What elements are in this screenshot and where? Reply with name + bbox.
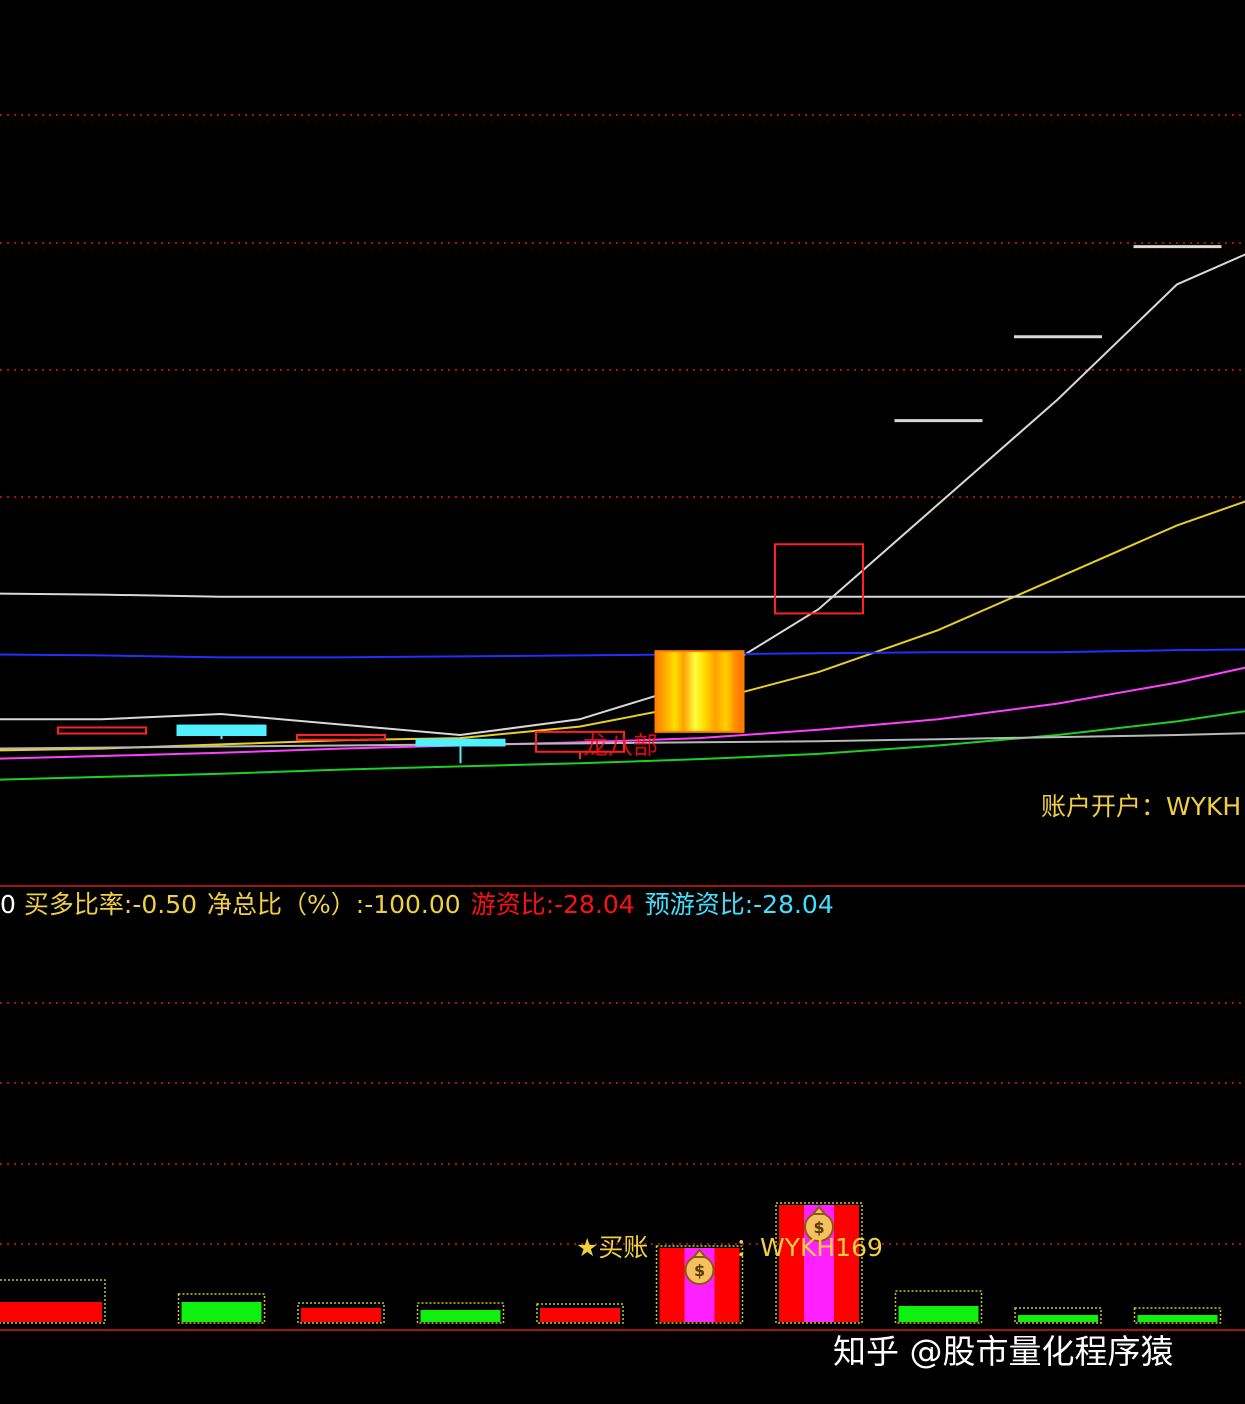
volume-bar[interactable] (420, 1310, 501, 1322)
net-total-ratio-readout: 净总比（%）:-100.00 (207, 890, 461, 919)
money-bag-symbol: $ (694, 1261, 705, 1280)
buy-account-label-suffix: ：WYKH169 (735, 1233, 883, 1262)
dragon-marker-label: 龙八部 (583, 731, 659, 760)
watermark-text: 知乎 @股市量化程序猿 (833, 1332, 1174, 1371)
moving-average-lines (0, 253, 1245, 781)
volume-bar[interactable] (301, 1308, 381, 1322)
candlestick[interactable] (176, 724, 267, 736)
moving-average-line (0, 253, 1245, 737)
moving-average-line (0, 648, 1245, 659)
stock-chart[interactable]: $$ (0, 0, 1245, 1404)
volume-bar[interactable] (540, 1308, 620, 1322)
candlestick[interactable] (654, 650, 745, 733)
pre-hot-money-ratio-readout: 预游资比:-28.04 (644, 890, 834, 919)
candlestick[interactable] (774, 543, 864, 615)
volume-bar[interactable] (181, 1302, 262, 1322)
volume-bar[interactable] (0, 1302, 102, 1322)
candlestick[interactable] (296, 734, 386, 741)
candlesticks[interactable] (57, 130, 1245, 764)
candlestick[interactable] (57, 726, 147, 735)
grid-lines (0, 114, 1245, 1331)
hot-money-ratio-readout: 游资比:-28.04 (470, 890, 635, 919)
moving-average-line (0, 592, 1245, 598)
volume-bar[interactable] (1018, 1315, 1098, 1322)
candlestick[interactable] (415, 738, 506, 747)
buy-ratio-readout: 买多比率:-0.50 (23, 890, 198, 919)
buy-account-label-prefix: ★买账 (576, 1233, 649, 1262)
moving-average-line (0, 500, 1245, 752)
volume-bar[interactable] (898, 1306, 979, 1322)
account-open-label: 账户开户：WYKH (1041, 792, 1242, 821)
volume-bar[interactable] (1137, 1315, 1218, 1322)
leading-value-fragment: 0 (0, 890, 16, 919)
indicator-readout-bar: 0 买多比率:-0.50 净总比（%）:-100.00 游资比:-28.04 预游资比:… (0, 890, 844, 922)
